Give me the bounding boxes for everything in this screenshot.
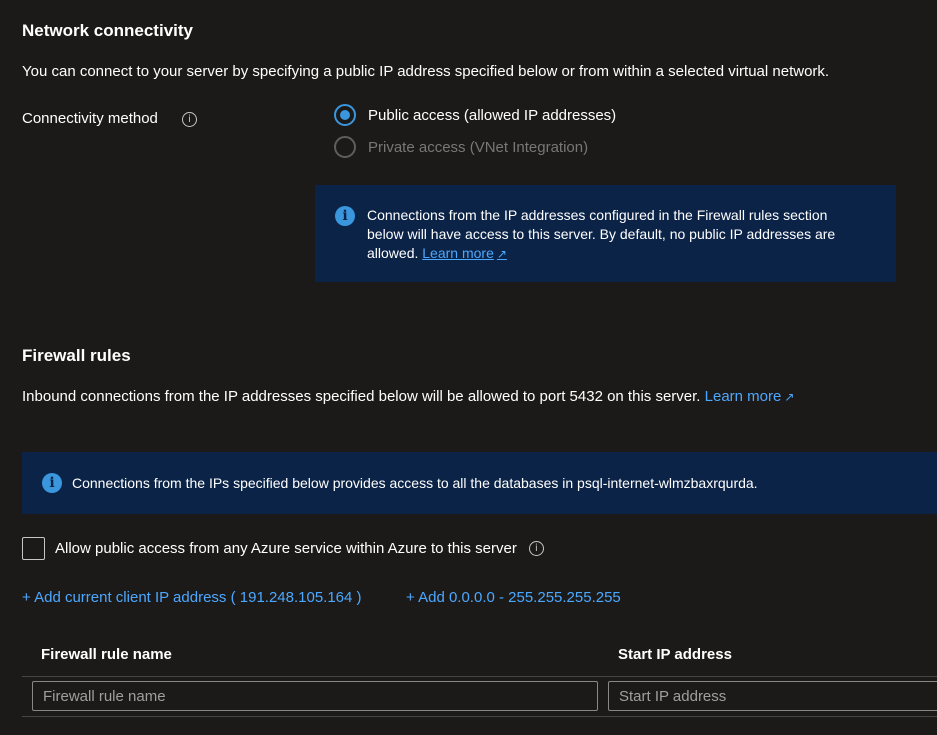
network-learn-more-label: Learn more bbox=[422, 245, 494, 261]
network-connectivity-title: Network connectivity bbox=[22, 21, 193, 40]
table-row-divider bbox=[22, 716, 937, 717]
external-link-icon: ↗ bbox=[496, 247, 507, 261]
network-connectivity-description: You can connect to your server by specif… bbox=[22, 63, 830, 80]
network-learn-more-link[interactable]: Learn more ↗ bbox=[422, 245, 507, 261]
network-info-box: i Connections from the IP addresses conf… bbox=[315, 185, 896, 282]
column-header-start-ip: Start IP address bbox=[618, 646, 732, 663]
firewall-learn-more-link[interactable]: Learn more ↗ bbox=[705, 388, 795, 405]
radio-public-access-control[interactable] bbox=[334, 104, 356, 126]
firewall-info-box: i Connections from the IPs specified bel… bbox=[22, 452, 937, 514]
info-circle-icon: i bbox=[335, 206, 355, 226]
info-circle-icon: i bbox=[42, 473, 62, 493]
radio-public-access-label: Public access (allowed IP addresses) bbox=[368, 106, 617, 124]
allow-azure-services-checkbox-row[interactable]: Allow public access from any Azure servi… bbox=[22, 537, 544, 560]
firewall-learn-more-label: Learn more bbox=[704, 388, 782, 405]
connectivity-method-info-icon[interactable]: i bbox=[182, 112, 197, 127]
table-header-divider bbox=[22, 676, 937, 677]
column-header-firewall-rule-name: Firewall rule name bbox=[41, 646, 172, 663]
radio-public-access[interactable]: Public access (allowed IP addresses) bbox=[334, 104, 616, 126]
add-all-ip-range-link[interactable]: + Add 0.0.0.0 - 255.255.255.255 bbox=[406, 589, 621, 606]
network-info-text-block: Connections from the IP addresses config… bbox=[367, 206, 867, 264]
radio-private-access[interactable]: Private access (VNet Integration) bbox=[334, 136, 588, 158]
firewall-info-text: Connections from the IPs specified below… bbox=[72, 474, 758, 491]
firewall-rule-name-input[interactable] bbox=[32, 681, 598, 711]
start-ip-address-input[interactable] bbox=[608, 681, 937, 711]
allow-azure-services-label: Allow public access from any Azure servi… bbox=[55, 540, 517, 557]
firewall-rules-description-block: Inbound connections from the IP addresse… bbox=[22, 388, 794, 405]
firewall-rules-title: Firewall rules bbox=[22, 346, 131, 365]
allow-azure-info-icon[interactable]: i bbox=[528, 541, 544, 556]
external-link-icon: ↗ bbox=[784, 390, 795, 404]
add-client-ip-link[interactable]: + Add current client IP address ( 191.24… bbox=[22, 589, 362, 606]
firewall-rules-description: Inbound connections from the IP addresse… bbox=[22, 388, 701, 405]
allow-azure-services-checkbox[interactable] bbox=[22, 537, 45, 560]
radio-private-access-label: Private access (VNet Integration) bbox=[368, 138, 589, 156]
connectivity-method-label: Connectivity method bbox=[22, 110, 158, 127]
radio-private-access-control[interactable] bbox=[334, 136, 356, 158]
